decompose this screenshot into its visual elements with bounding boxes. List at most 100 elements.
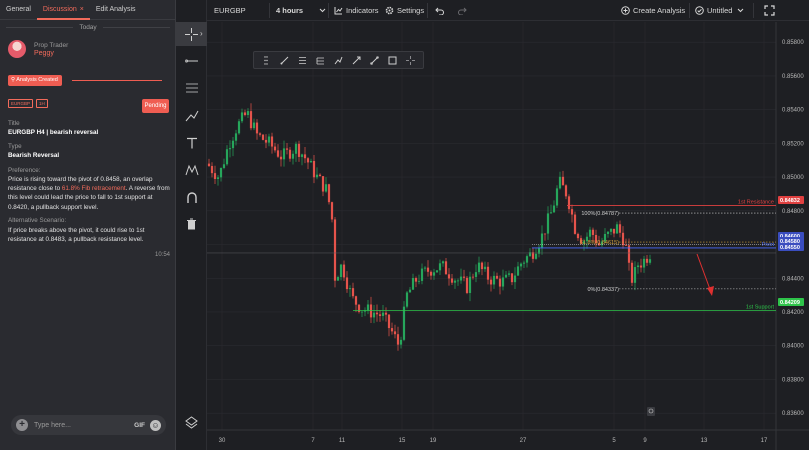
- symbol-button[interactable]: EURGBP: [214, 0, 246, 21]
- candle: [612, 228, 616, 234]
- avatar[interactable]: [8, 40, 26, 58]
- gif-button[interactable]: GIF: [134, 422, 145, 429]
- layers-icon[interactable]: [176, 410, 207, 434]
- candle: [492, 275, 496, 285]
- author-role: Prop Trader: [34, 41, 69, 49]
- idea-marker[interactable]: [647, 407, 655, 416]
- candle: [438, 263, 442, 271]
- message-input[interactable]: Type here...: [34, 422, 134, 429]
- candle: [522, 262, 526, 264]
- create-analysis-button[interactable]: Create Analysis: [621, 0, 685, 21]
- candle: [261, 134, 265, 140]
- candle: [234, 133, 238, 141]
- candle: [327, 184, 331, 203]
- candle: [240, 112, 244, 122]
- magnet-icon[interactable]: [176, 186, 207, 210]
- toolbar-divider: [427, 3, 428, 18]
- candle: [303, 154, 307, 159]
- price-chart[interactable]: 0.836000.838000.840000.842000.844000.846…: [207, 22, 809, 450]
- attach-button[interactable]: +: [16, 419, 28, 431]
- candle: [333, 219, 337, 281]
- candle: [456, 280, 460, 282]
- candle: [495, 275, 499, 279]
- brush-icon[interactable]: [176, 104, 207, 128]
- indicators-button[interactable]: Indicators: [334, 0, 379, 21]
- candle: [591, 229, 595, 235]
- chart-canvas[interactable]: 0.836000.838000.840000.842000.844000.846…: [207, 22, 809, 450]
- preference-highlight: 61.8% Fib retracement: [61, 185, 126, 193]
- author-name[interactable]: Peggy: [34, 50, 68, 57]
- path-icon[interactable]: [329, 52, 347, 68]
- pattern-icon[interactable]: [176, 158, 207, 182]
- trash-icon[interactable]: [176, 212, 207, 236]
- layout-select[interactable]: Untitled: [695, 0, 744, 21]
- candle: [258, 133, 262, 135]
- candle: [468, 276, 472, 293]
- message-author: Prop Trader Peggy: [8, 40, 68, 58]
- candle: [561, 176, 565, 186]
- candle: [300, 154, 304, 157]
- drag-handle-icon[interactable]: [257, 52, 275, 68]
- tab-general[interactable]: General: [0, 0, 37, 20]
- candle: [249, 111, 253, 129]
- emoji-icon[interactable]: ☺: [150, 419, 161, 431]
- fib-level-label: 100%(0.84787): [581, 211, 619, 217]
- plus-circle-icon: [621, 6, 630, 15]
- rail-expand-icon[interactable]: ›: [200, 29, 203, 38]
- candle: [231, 140, 235, 149]
- chevron-down-icon: [319, 8, 326, 13]
- candle: [228, 148, 232, 150]
- candle: [525, 256, 529, 263]
- x-tick-label: 19: [430, 438, 437, 444]
- tab-edit-analysis[interactable]: Edit Analysis: [90, 0, 142, 20]
- candle: [369, 304, 373, 318]
- arrow-icon[interactable]: [348, 52, 366, 68]
- candle: [315, 174, 319, 178]
- status-rule: [72, 80, 162, 81]
- redo-button[interactable]: [458, 0, 467, 21]
- crosshair-small-icon[interactable]: [402, 52, 420, 68]
- candle: [549, 212, 553, 214]
- y-tick-label: 0.85400: [782, 108, 804, 114]
- fib-extension-icon[interactable]: [311, 52, 329, 68]
- status-label: Analysis Created: [16, 77, 58, 83]
- interval-select[interactable]: 4 hours: [276, 0, 326, 21]
- horizontal-line-icon[interactable]: [176, 49, 207, 73]
- title-value: EURGBP H4 | bearish reversal: [8, 129, 99, 136]
- candle: [294, 143, 298, 154]
- fullscreen-button[interactable]: [764, 0, 775, 21]
- candle: [399, 339, 403, 345]
- candle: [366, 304, 370, 311]
- candle: [474, 272, 478, 277]
- y-tick-label: 0.84800: [782, 209, 804, 215]
- rectangle-icon[interactable]: [384, 52, 402, 68]
- x-tick-label: 13: [701, 438, 708, 444]
- candle: [504, 274, 508, 278]
- candle: [342, 264, 346, 278]
- trend-line-icon[interactable]: [275, 52, 293, 68]
- pending-button[interactable]: Pending: [142, 99, 169, 113]
- candle: [624, 245, 628, 246]
- ray-icon[interactable]: [366, 52, 384, 68]
- fib-retracement-icon[interactable]: [293, 52, 311, 68]
- settings-label: Settings: [397, 6, 425, 15]
- candle: [429, 271, 433, 276]
- text-icon[interactable]: [176, 131, 207, 155]
- candle: [324, 184, 328, 192]
- symbol-badges: EURGBP 1H: [8, 99, 48, 108]
- candle: [546, 213, 550, 234]
- undo-button[interactable]: [435, 0, 444, 21]
- candle: [351, 288, 355, 297]
- candle: [642, 258, 646, 268]
- candle: [483, 266, 487, 270]
- channel-icon[interactable]: [176, 76, 207, 100]
- candle: [279, 156, 283, 160]
- tab-discussion[interactable]: Discussion ×: [36, 0, 90, 20]
- toolbar-divider: [269, 3, 270, 18]
- close-icon[interactable]: ×: [80, 6, 84, 13]
- settings-button[interactable]: Settings: [385, 0, 424, 21]
- symbol-label: EURGBP: [214, 6, 246, 15]
- y-tick-label: 0.85200: [782, 141, 804, 147]
- status-timeline: ⚲ Analysis Created: [8, 75, 162, 86]
- candle: [372, 312, 376, 318]
